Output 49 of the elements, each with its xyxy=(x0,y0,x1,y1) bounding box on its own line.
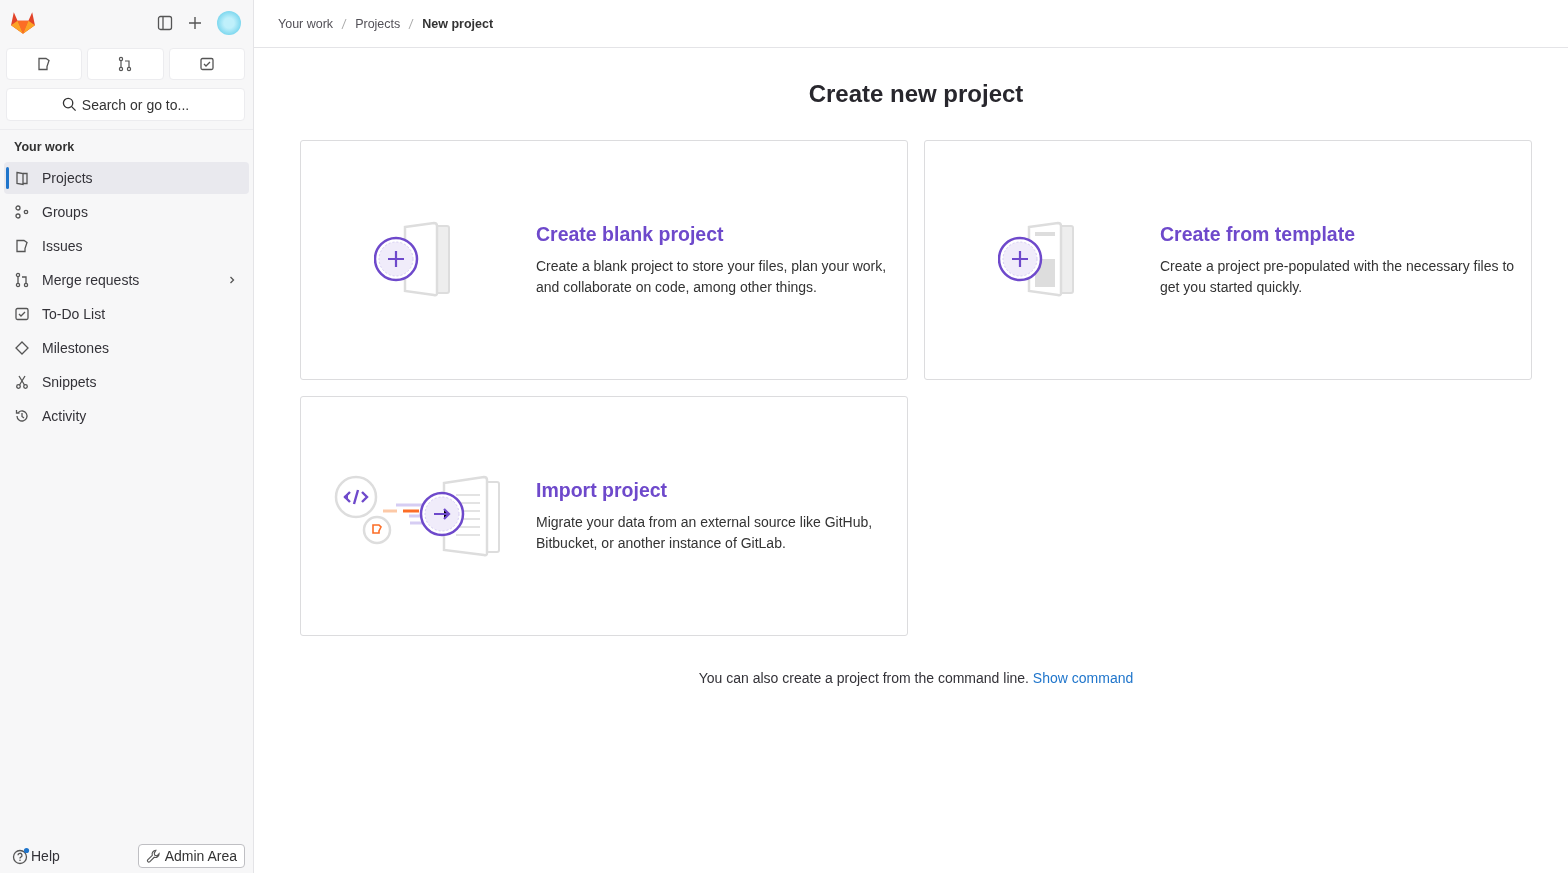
breadcrumb-link[interactable]: New project xyxy=(422,16,494,31)
breadcrumb-link[interactable]: Your work xyxy=(278,16,334,31)
wrench-icon xyxy=(145,848,161,864)
separator-icon xyxy=(341,17,348,30)
nav-item[interactable]: To-Do List xyxy=(4,298,249,330)
separator-icon xyxy=(408,17,415,30)
nav-item[interactable]: Groups xyxy=(4,196,249,228)
history-icon xyxy=(14,408,30,424)
section-title: Your work xyxy=(13,139,76,156)
merge-requests-shortcut-button[interactable] xyxy=(87,48,164,80)
project-option-card[interactable]: Create from template Create a project pre-populated with the necessary files to get you started quickly. xyxy=(924,140,1532,380)
issues-shortcut-button[interactable] xyxy=(6,48,83,80)
breadcrumb-link[interactable]: Projects xyxy=(355,16,401,31)
nav-item[interactable]: Activity xyxy=(4,400,249,432)
card-title: Create blank project xyxy=(536,222,725,246)
fox-logo-icon[interactable] xyxy=(10,11,36,35)
search-icon xyxy=(61,97,77,112)
card-title: Create from template xyxy=(1160,222,1357,246)
nav-item[interactable]: Snippets xyxy=(4,366,249,398)
checkbox-icon xyxy=(198,56,215,72)
card-description: Migrate your data from an external source like GitHub, Bitbucket, or another instance of GitLab. xyxy=(536,512,874,553)
page-title: Create new project xyxy=(807,80,1025,108)
scissors-icon xyxy=(14,374,30,390)
command-line-hint: You can also create a project from the command line. Show command xyxy=(697,670,1135,686)
card-description: Create a blank project to store your files, plan your work, and collaborate on code, among other things. xyxy=(536,256,888,297)
admin-area-button[interactable]: Admin Area xyxy=(137,844,245,868)
issue-icon xyxy=(36,56,53,72)
help-link[interactable]: Help xyxy=(12,847,60,865)
diamond-icon xyxy=(14,340,30,356)
merge-request-icon xyxy=(117,56,134,72)
nav-item[interactable]: Projects xyxy=(4,162,249,194)
project-option-card[interactable]: Import project Migrate your data from an external source like GitHub, Bitbucket, or another instance of GitLab. xyxy=(300,396,908,636)
project-option-card[interactable]: Create blank project Create a blank project to store your files, plan your work, and collaborate on code, among other things. xyxy=(300,140,908,380)
nav-item[interactable]: Milestones xyxy=(4,332,249,364)
help-icon xyxy=(12,847,30,865)
sidebar-toggle-icon[interactable] xyxy=(157,15,173,31)
show-command-link[interactable]: Show command xyxy=(1032,670,1134,686)
plus-icon[interactable] xyxy=(187,15,203,31)
search-field[interactable]: Search or go to... xyxy=(6,88,245,121)
nav-item[interactable]: Issues xyxy=(4,230,249,262)
todo-shortcut-button[interactable] xyxy=(168,48,245,80)
issue-icon xyxy=(14,238,30,254)
checkbox-icon xyxy=(14,306,30,322)
groups-icon xyxy=(14,204,30,220)
card-title: Import project xyxy=(536,478,669,502)
merge-request-icon xyxy=(14,272,30,288)
card-description: Create a project pre-populated with the necessary files to get you started quickly. xyxy=(1160,256,1516,297)
nav-item[interactable]: Merge requests xyxy=(4,264,249,296)
folder-icon xyxy=(14,170,30,186)
